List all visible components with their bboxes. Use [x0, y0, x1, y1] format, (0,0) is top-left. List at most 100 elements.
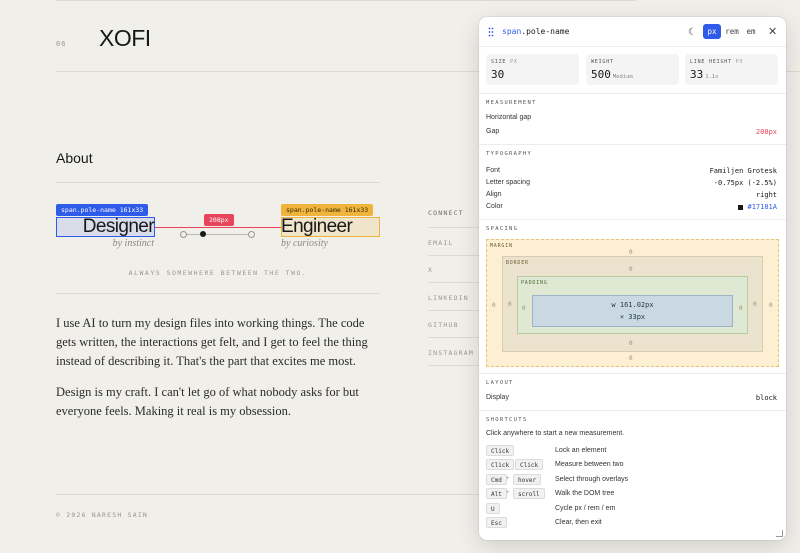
color-swatch [738, 204, 744, 210]
letter-spacing-key: Letter spacing [486, 179, 530, 186]
designer-subtitle: by instinct [112, 238, 154, 249]
engineer-size-tag: span.pole-name 161x33 [281, 204, 374, 216]
stat-lh-label: LINE HEIGHT [690, 59, 732, 65]
connect-rule-2 [428, 282, 480, 283]
header-divider [479, 46, 786, 47]
shortcuts-intro: Click anywhere to start a new measuremen… [486, 430, 625, 437]
border-right-value: 0 [753, 301, 757, 308]
stat-weight: WEIGHT 500 Medium [586, 54, 679, 85]
inspector-panel: span.pole-name ☾ px rem em ✕ SIZE PX 30 … [479, 17, 786, 540]
margin-right-value: 0 [769, 302, 773, 309]
poles-rule [56, 293, 380, 294]
slider-track [184, 234, 252, 235]
footer-copyright: © 2026 NARESH SAIN [56, 511, 149, 519]
kbd-alt: Alt [486, 488, 507, 499]
connect-rule-5 [428, 365, 480, 366]
section-title: About [56, 150, 93, 166]
kbd-cmd: Cmd [486, 474, 507, 485]
margin-left-value: 0 [492, 302, 496, 309]
connect-rule-0 [428, 227, 480, 228]
align-value: right [755, 191, 777, 199]
resize-handle-icon[interactable] [776, 530, 783, 537]
stat-weight-sub: Medium [612, 74, 633, 80]
engineer-name[interactable]: Engineer [281, 216, 353, 238]
connect-link-linkedin[interactable]: LINKEDIN [428, 294, 469, 302]
font-value: Familjen Grotesk [709, 167, 777, 175]
content-width: w 161.02px [611, 301, 654, 309]
color-key: Color [486, 203, 503, 210]
slider-stop-left[interactable] [180, 231, 187, 238]
display-key: Display [486, 394, 509, 401]
plus-sign: + [506, 490, 510, 496]
connect-link-github[interactable]: GITHUB [428, 321, 459, 329]
about-paragraph-2: Design is my craft. I can't let go of wh… [56, 385, 359, 418]
border-top-value: 0 [629, 266, 633, 273]
kbd-click-2: Click [515, 459, 544, 470]
connect-rule-1 [428, 255, 480, 256]
stat-lh-value: 33 [690, 68, 704, 81]
color-value: #17181A [747, 203, 777, 211]
inspector-title-class: .pole-name [521, 27, 570, 36]
kbd-esc: Esc [486, 517, 507, 528]
content-box: w 161.02px × 33px [532, 295, 733, 327]
connect-heading: CONNECT [428, 209, 464, 217]
border-box: BORDER 0 0 0 0 PADDING 0 0 w 161.02px × … [502, 256, 763, 352]
border-label: BORDER [506, 260, 529, 266]
unit-em-button[interactable]: em [742, 24, 760, 39]
about-paragraph-1: I use AI to turn my design files into wo… [56, 316, 368, 368]
margin-label: MARGIN [490, 243, 513, 249]
content-height: × 33px [619, 313, 646, 321]
stat-size-unit: PX [510, 59, 518, 65]
gap-value: 208px [755, 128, 777, 136]
unit-px-button[interactable]: px [703, 24, 721, 39]
stat-size-label: SIZE [491, 59, 507, 65]
gap-key: Gap [486, 128, 500, 135]
padding-box: PADDING 0 0 w 161.02px × 33px [517, 276, 748, 334]
inspector-title-tag: span [502, 27, 522, 36]
issue-number: 06 [56, 40, 67, 48]
connect-link-x[interactable]: X [428, 266, 433, 274]
box-model: MARGIN 0 0 0 0 BORDER 0 0 0 0 PADDING 0 … [486, 239, 779, 367]
measurement-mode: Horizontal gap [486, 114, 532, 121]
stat-line-height: LINE HEIGHT PX 33 1.1x [685, 54, 778, 85]
margin-bottom-value: 0 [629, 355, 633, 362]
shortcut-desc-walk: Walk the DOM tree [555, 490, 615, 497]
letter-spacing-value: -0.75px (-2.5%) [713, 179, 777, 187]
typography-heading: TYPOGRAPHY [486, 151, 533, 157]
slider-stop-right[interactable] [248, 231, 255, 238]
gap-measure-label: 208px [204, 214, 234, 226]
stat-size-value: 30 [491, 68, 505, 81]
stat-weight-label: WEIGHT [591, 59, 614, 65]
measurement-divider [479, 144, 786, 145]
connect-link-email[interactable]: EMAIL [428, 239, 454, 247]
shortcut-desc-select: Select through overlays [555, 476, 629, 483]
font-key: Font [486, 167, 501, 174]
site-logo[interactable]: XOFI [99, 25, 151, 52]
border-left-value: 0 [508, 301, 512, 308]
slider-thumb[interactable] [200, 231, 206, 237]
connect-link-instagram[interactable]: INSTAGRAM [428, 349, 474, 357]
kbd-hover: hover [513, 474, 542, 485]
padding-label: PADDING [521, 280, 548, 286]
stat-lh-sub: 1.1x [705, 74, 719, 80]
drag-handle-icon[interactable] [488, 27, 494, 37]
shortcut-desc-lock: Lock an element [555, 447, 607, 454]
designer-size-tag: span.pole-name 161x33 [56, 204, 149, 216]
gap-measure-line [155, 227, 281, 228]
designer-name[interactable]: Designer [83, 216, 155, 238]
typography-divider [479, 219, 786, 220]
stat-weight-value: 500 [591, 68, 611, 81]
close-icon[interactable]: ✕ [768, 25, 777, 38]
layout-heading: LAYOUT [486, 380, 514, 386]
padding-left-value: 0 [522, 305, 526, 312]
footer-rule [56, 494, 480, 495]
display-value: block [755, 394, 777, 402]
color-value-row: #17181A [738, 203, 777, 211]
moon-icon[interactable]: ☾ [688, 27, 697, 38]
border-bottom-value: 0 [629, 340, 633, 347]
unit-rem-button[interactable]: rem [723, 24, 741, 39]
stats-divider [479, 93, 786, 94]
measurement-heading: MEASUREMENT [486, 100, 537, 106]
stat-size: SIZE PX 30 [486, 54, 579, 85]
engineer-subtitle: by curiosity [281, 238, 328, 249]
